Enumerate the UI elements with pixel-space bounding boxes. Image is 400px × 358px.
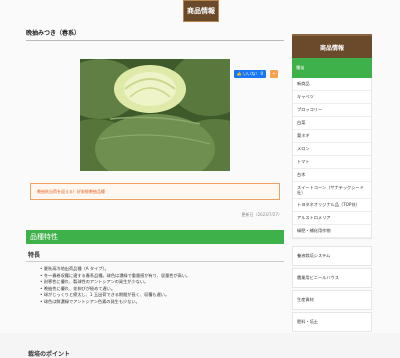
update-date: 更新日（2023/7/27）	[241, 212, 282, 217]
sidebar-item[interactable]: ブロッコリー	[293, 104, 371, 117]
share-bar: 𝕏 👍 いいね！ 0 ⌁	[221, 70, 278, 78]
sidebar-item[interactable]: アルストロメリア	[293, 212, 371, 225]
title-divider	[26, 40, 284, 41]
sidebar-item[interactable]: 白菜	[293, 117, 371, 130]
cabbage-image	[80, 59, 230, 171]
facebook-like-button[interactable]: 👍 いいね！ 0	[233, 70, 266, 78]
sidebar-item[interactable]: スイートコーン（サナテックシード社）	[293, 182, 371, 199]
sidebar-item[interactable]: 台木	[293, 169, 371, 182]
sidebar-category[interactable]: 肥料・培土	[292, 312, 372, 332]
notice-box[interactable]: 晩抽秋出荷を迎える！好栄極晩抽品種	[30, 183, 280, 200]
feature-item: 球色は鮮濃緑でアントシアン色素の発生も少ない。	[40, 299, 190, 306]
page: 商品情報 晩抽みつき（春系） 𝕏 👍 いいね！ 0 ⌁	[0, 0, 400, 358]
feature-item: 球がじっくりと締太し、1 玉出荷できる期間が長く、収穫も遅い。	[40, 292, 190, 299]
cabbage-photo	[80, 59, 230, 171]
sidebar-category[interactable]: 農業用ビニールハウス	[292, 268, 372, 288]
sidebar-category[interactable]: 養液栽培システム	[292, 246, 372, 266]
sidebar-item[interactable]: トマト	[293, 156, 371, 169]
sidebar-category[interactable]: 生産資材	[292, 290, 372, 310]
sidebar-item[interactable]: 緑肥・補化用作物	[293, 225, 371, 238]
features-list: 夏秋高冷地出荷品種（A タイプ）。 冬～春巻収穫に適する春系品種。球色は濃緑で重…	[40, 266, 190, 305]
header-badge[interactable]: 商品情報	[183, 0, 219, 22]
section-heading: 品種特性	[26, 230, 284, 244]
features-divider	[26, 261, 284, 262]
cultivation-title: 栽培のポイント	[28, 351, 71, 358]
main-content: 晩抽みつき（春系） 𝕏 👍 いいね！ 0 ⌁ 晩抽秋	[26, 28, 284, 358]
sidebar-item[interactable]: トヨタネオリジナル品（TOP技）	[293, 199, 371, 212]
page-title: 晩抽みつき（春系）	[26, 30, 81, 37]
sidebar-list: 新商品 キャベツ ブロッコリー 白菜 葉ネギ メロン トマト 台木 スイートコー…	[292, 78, 372, 239]
sidebar-item[interactable]: キャベツ	[293, 91, 371, 104]
sidebar-item-seeds[interactable]: 種苗	[292, 58, 372, 78]
features-title: 特長	[28, 252, 41, 259]
sidebar-item[interactable]: 新商品	[293, 78, 371, 91]
sidebar-item[interactable]: 葉ネギ	[293, 130, 371, 143]
sidebar: 商品情報 種苗 新商品 キャベツ ブロッコリー 白菜 葉ネギ メロン トマト 台…	[292, 34, 372, 332]
rss-icon[interactable]: ⌁	[270, 70, 278, 78]
sidebar-header: 商品情報	[292, 34, 372, 58]
sidebar-item[interactable]: メロン	[293, 143, 371, 156]
